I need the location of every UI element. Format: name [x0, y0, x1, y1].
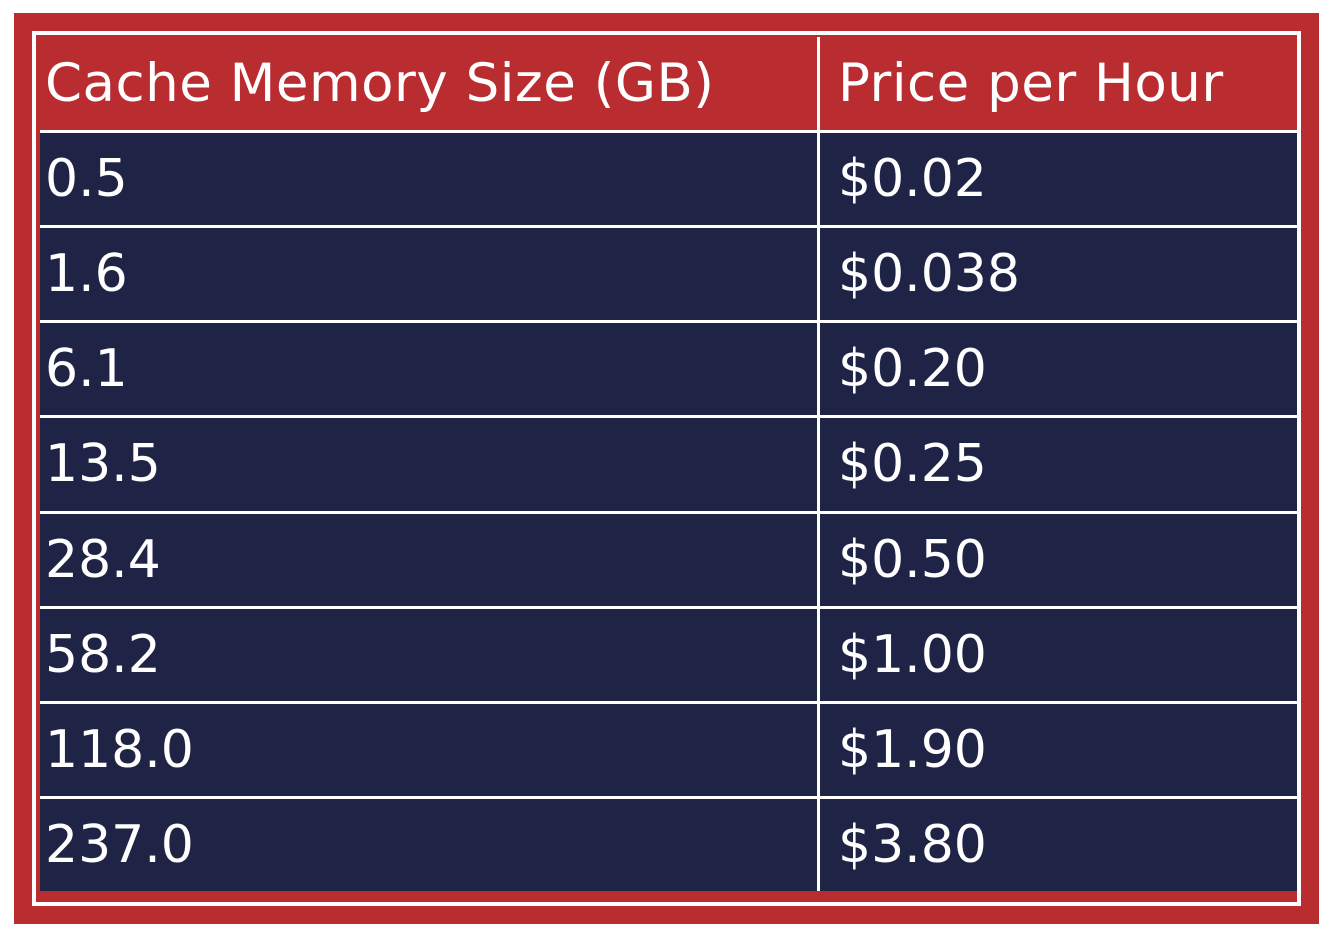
table-cell-cache-size: 118.0 — [40, 700, 817, 796]
table-border: Cache Memory Size (GB) Price per Hour 0.… — [32, 31, 1301, 906]
table-cell-cache-size: 58.2 — [40, 605, 817, 701]
table-cell-cache-size: 28.4 — [40, 510, 817, 606]
table-cell-cache-size: 1.6 — [40, 225, 817, 321]
table-cell-price: $1.90 — [820, 700, 1297, 796]
table-frame: Cache Memory Size (GB) Price per Hour 0.… — [14, 13, 1319, 924]
column-header-cache-size: Cache Memory Size (GB) — [40, 37, 817, 130]
table-cell-price: $3.80 — [820, 795, 1297, 891]
table-cell-cache-size: 13.5 — [40, 415, 817, 511]
table-cell-price: $0.25 — [820, 415, 1297, 511]
table-cell-price: $0.038 — [820, 225, 1297, 321]
table-cell-cache-size: 6.1 — [40, 320, 817, 416]
table-cell-cache-size: 0.5 — [40, 130, 817, 226]
table-cell-cache-size: 237.0 — [40, 795, 817, 891]
column-header-price: Price per Hour — [820, 37, 1297, 130]
table-cell-price: $1.00 — [820, 605, 1297, 701]
table-cell-price: $0.02 — [820, 130, 1297, 226]
price-table: Cache Memory Size (GB) Price per Hour 0.… — [40, 37, 1297, 901]
table-cell-price: $0.50 — [820, 510, 1297, 606]
table-cell-price: $0.20 — [820, 320, 1297, 416]
